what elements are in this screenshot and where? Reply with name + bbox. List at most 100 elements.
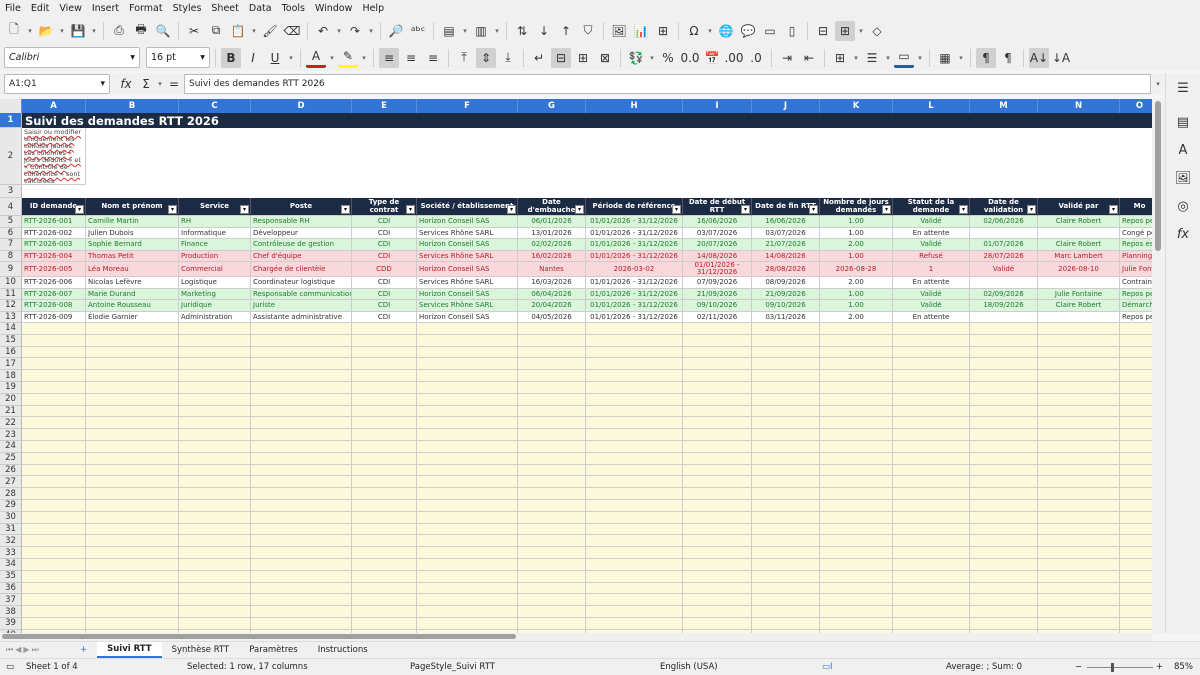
empty-cell[interactable]	[352, 323, 417, 335]
empty-cell[interactable]	[518, 535, 586, 548]
formula-input[interactable]: Suivi des demandes RTT 2026	[184, 74, 1151, 94]
table-cell[interactable]: 2026-08-28	[820, 262, 893, 277]
row-header[interactable]: 10	[0, 277, 22, 289]
table-cell[interactable]: Contrainte	[1120, 277, 1152, 289]
autofilter-dropdown-icon[interactable]: ▾	[341, 205, 350, 214]
empty-cell[interactable]	[86, 441, 179, 453]
zoom-out-icon[interactable]: −	[1075, 662, 1082, 672]
empty-cell[interactable]	[970, 441, 1038, 453]
empty-cell[interactable]	[352, 334, 417, 347]
empty-cell[interactable]	[893, 476, 970, 489]
table-cell[interactable]: Démarche	[1120, 300, 1152, 312]
empty-cell[interactable]	[86, 511, 179, 524]
bold-icon[interactable]: B	[221, 47, 241, 68]
empty-cell[interactable]	[1038, 594, 1120, 607]
table-cell[interactable]: CDI	[352, 216, 417, 228]
empty-cell[interactable]	[820, 334, 893, 347]
table-cell[interactable]: Commercial	[179, 262, 251, 277]
empty-cell[interactable]	[518, 405, 586, 418]
sort-ascending-icon[interactable]: ↓	[534, 21, 554, 41]
sort-descending-icon[interactable]: ↑	[556, 21, 576, 41]
empty-cell[interactable]	[179, 382, 251, 394]
autofilter-dropdown-icon[interactable]: ▾	[959, 205, 968, 214]
empty-cell[interactable]	[179, 370, 251, 382]
empty-cell[interactable]	[752, 323, 820, 335]
headers-footers-icon[interactable]: ▭	[760, 21, 780, 41]
empty-cell[interactable]	[251, 500, 352, 512]
empty-cell[interactable]	[586, 417, 683, 430]
sum-icon[interactable]: Σ	[136, 74, 156, 94]
empty-cell[interactable]	[683, 582, 752, 595]
autofilter-icon[interactable]: ⛉	[578, 21, 598, 41]
empty-cell[interactable]	[586, 464, 683, 477]
empty-cell[interactable]	[683, 606, 752, 618]
merge-center-icon[interactable]: ⊟	[551, 47, 571, 68]
empty-cell[interactable]	[417, 429, 518, 441]
empty-cell[interactable]	[251, 488, 352, 500]
empty-cell[interactable]	[179, 488, 251, 500]
empty-cell[interactable]	[251, 370, 352, 382]
sum-dropdown-icon[interactable]: ▾	[156, 74, 164, 94]
empty-cell[interactable]	[820, 606, 893, 618]
column-header[interactable]: J	[752, 99, 820, 113]
empty-cell[interactable]	[86, 382, 179, 394]
table-cell[interactable]: RTT-2026-007	[22, 288, 86, 300]
empty-cell[interactable]	[683, 405, 752, 418]
sheet-title-cell[interactable]: Suivi des demandes RTT 2026	[22, 113, 1152, 128]
empty-cell[interactable]	[970, 346, 1038, 359]
empty-cell[interactable]	[22, 441, 86, 453]
empty-cell[interactable]	[1038, 334, 1120, 347]
table-header-cell[interactable]: Date d'embauche ▾	[518, 198, 586, 216]
empty-cell[interactable]	[22, 417, 86, 430]
add-decimal-icon[interactable]: .00	[724, 48, 744, 68]
empty-cell[interactable]	[179, 476, 251, 489]
autofilter-dropdown-icon[interactable]: ▾	[672, 205, 681, 214]
empty-cell[interactable]	[893, 606, 970, 618]
insert-image-icon[interactable]: 🖼	[609, 21, 629, 41]
autofilter-dropdown-icon[interactable]: ▾	[406, 205, 415, 214]
delete-decimal-icon[interactable]: .0	[746, 48, 766, 68]
empty-cell[interactable]	[518, 582, 586, 595]
empty-cell[interactable]	[683, 594, 752, 607]
row-header[interactable]: 18	[0, 370, 22, 382]
empty-cell[interactable]	[22, 393, 86, 406]
row-header[interactable]: 31	[0, 523, 22, 536]
table-header-cell[interactable]: Poste ▾	[251, 198, 352, 216]
empty-cell[interactable]	[417, 405, 518, 418]
row-header[interactable]: 16	[0, 346, 22, 359]
empty-cell[interactable]	[1038, 452, 1120, 465]
row-header[interactable]: 11	[0, 288, 22, 300]
empty-cell[interactable]	[893, 594, 970, 607]
function-wizard-icon[interactable]: fx	[116, 74, 136, 94]
empty-cell[interactable]	[752, 346, 820, 359]
column-header[interactable]: A	[22, 99, 86, 113]
empty-cell[interactable]	[1038, 559, 1120, 571]
empty-cell[interactable]	[1120, 346, 1152, 359]
row-header[interactable]: 35	[0, 570, 22, 583]
empty-cell[interactable]	[683, 417, 752, 430]
empty-cell[interactable]	[820, 618, 893, 630]
empty-cell[interactable]	[683, 429, 752, 441]
add-sheet-icon[interactable]: +	[70, 642, 97, 658]
conditional-dropdown-icon[interactable]: ▾	[957, 48, 965, 68]
table-cell[interactable]: Services Rhône SARL	[417, 227, 518, 239]
empty-cell[interactable]	[893, 618, 970, 630]
empty-cell[interactable]	[22, 500, 86, 512]
empty-cell[interactable]	[683, 346, 752, 359]
empty-cell[interactable]	[683, 370, 752, 382]
date-format-icon[interactable]: 📅	[702, 48, 722, 68]
percent-format-icon[interactable]: %	[658, 48, 678, 68]
vertical-scrollbar[interactable]	[1152, 99, 1165, 633]
empty-cell[interactable]	[970, 358, 1038, 371]
empty-cell[interactable]	[86, 370, 179, 382]
borders-dropdown-icon[interactable]: ▾	[852, 48, 860, 68]
row-header[interactable]: 7	[0, 239, 22, 251]
align-bottom-icon[interactable]: ⤓	[498, 48, 518, 68]
row-header[interactable]: 25	[0, 452, 22, 465]
empty-cell[interactable]	[586, 346, 683, 359]
table-cell[interactable]: 21/07/2026	[752, 239, 820, 251]
sheet-tab[interactable]: Synthèse RTT	[162, 642, 240, 658]
status-page-style[interactable]: PageStyle_Suivi RTT	[410, 662, 495, 672]
empty-cell[interactable]	[1120, 618, 1152, 630]
empty-cell[interactable]	[352, 464, 417, 477]
